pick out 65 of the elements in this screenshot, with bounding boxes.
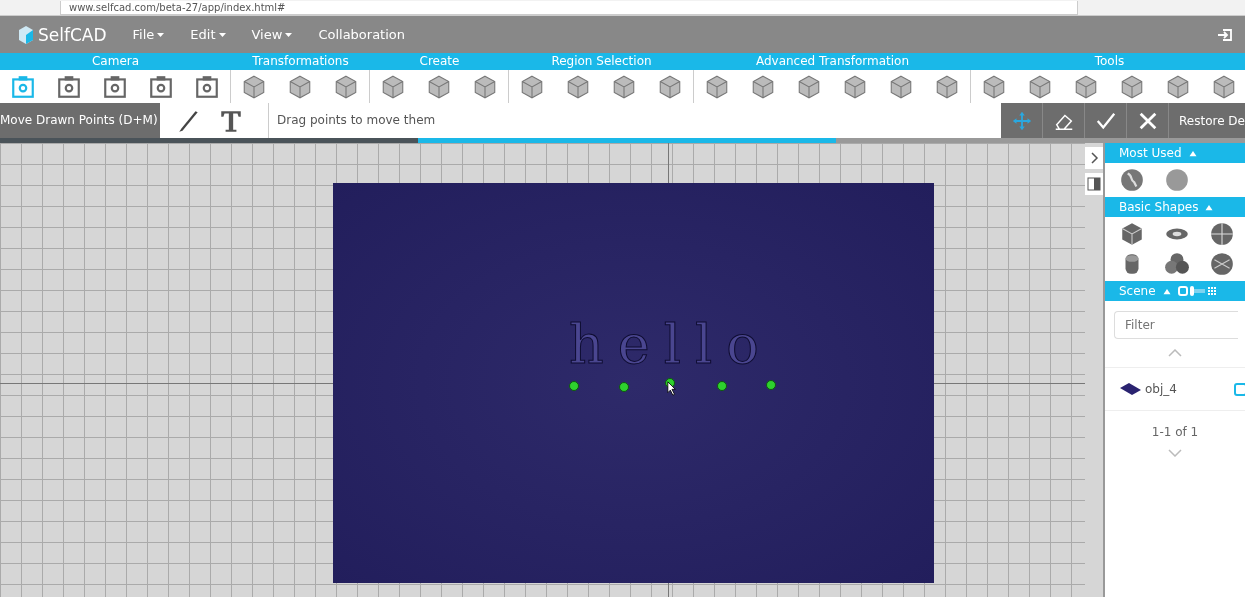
cube-icon[interactable] (1165, 73, 1191, 100)
cube-icon[interactable] (888, 73, 914, 100)
point-handle[interactable] (766, 380, 776, 390)
point-handle[interactable] (717, 381, 727, 391)
category-label: Region Selection (509, 53, 694, 70)
sphere-icon[interactable] (1208, 251, 1235, 277)
camera-frame-icon[interactable] (102, 73, 128, 100)
spiral-sphere-icon[interactable] (1118, 167, 1145, 193)
section-header[interactable]: Basic Shapes (1105, 197, 1245, 217)
cube-icon[interactable] (565, 73, 591, 100)
app-logo: SelfCAD (38, 24, 107, 45)
pager-text: 1-1 of 1 (1150, 425, 1200, 439)
hint-text: Drag points to move them (276, 112, 437, 129)
cube-icon[interactable] (842, 73, 868, 100)
restore-button[interactable]: Restore De (1169, 103, 1245, 138)
panel-toggle-button[interactable] (1085, 173, 1103, 195)
point-handle[interactable] (619, 382, 629, 392)
cube-icon[interactable] (241, 73, 267, 100)
view-toggle-switch[interactable] (1177, 285, 1217, 297)
menu-item[interactable]: Collaboration (318, 27, 405, 42)
chevron-right-icon (1089, 152, 1099, 164)
cube-icon[interactable] (1027, 73, 1053, 100)
sphere-icon[interactable] (1163, 167, 1190, 193)
cube-icon[interactable] (934, 73, 960, 100)
cursor-icon (667, 381, 677, 396)
category-label: Create (370, 53, 509, 70)
cube-icon[interactable] (519, 73, 545, 100)
camera-frame-icon[interactable] (56, 73, 82, 100)
cube-icon[interactable] (704, 73, 730, 100)
cube-icon[interactable] (1211, 73, 1237, 100)
cube-icon[interactable] (472, 73, 498, 100)
cube-icon[interactable] (750, 73, 776, 100)
camera-frame-icon[interactable] (194, 73, 220, 100)
address-bar[interactable]: www.selfcad.com/beta-27/app/index.html# (60, 1, 1078, 15)
cube-icon[interactable] (333, 73, 359, 100)
cube-icon[interactable] (981, 73, 1007, 100)
menu-item[interactable]: View (251, 27, 293, 42)
cube-icon[interactable] (1073, 73, 1099, 100)
menu-item[interactable]: File (132, 27, 165, 42)
cube-icon[interactable] (657, 73, 683, 100)
cube-icon[interactable] (1119, 73, 1145, 100)
logo-icon (18, 24, 34, 45)
model-text: hello (569, 313, 773, 376)
section-header[interactable]: Scene (1119, 284, 1156, 298)
section-header[interactable]: Most Used (1105, 143, 1245, 163)
camera-frame-icon[interactable] (148, 73, 174, 100)
expand-button[interactable] (1085, 147, 1103, 169)
menu-item[interactable]: Edit (190, 27, 226, 42)
cube-icon[interactable] (380, 73, 406, 100)
logout-icon[interactable] (1217, 26, 1233, 43)
panel-icon (1087, 177, 1101, 191)
category-label: Tools (971, 53, 1245, 70)
cube-icon[interactable] (796, 73, 822, 100)
category-label: Transformations (231, 53, 370, 70)
cube-icon[interactable] (287, 73, 313, 100)
object-name[interactable]: obj_4 (1145, 382, 1177, 396)
filter-field[interactable]: Filter (1114, 311, 1238, 339)
sphere-icon[interactable] (1208, 221, 1235, 247)
mode-label: Move Drawn Points (D+M) (0, 103, 160, 138)
category-label: Camera (0, 53, 231, 70)
cube-icon[interactable] (611, 73, 637, 100)
visibility-toggle[interactable] (1234, 382, 1245, 396)
category-label: Advanced Transformation (694, 53, 971, 70)
point-handle[interactable] (569, 381, 579, 391)
cube-icon[interactable] (426, 73, 452, 100)
